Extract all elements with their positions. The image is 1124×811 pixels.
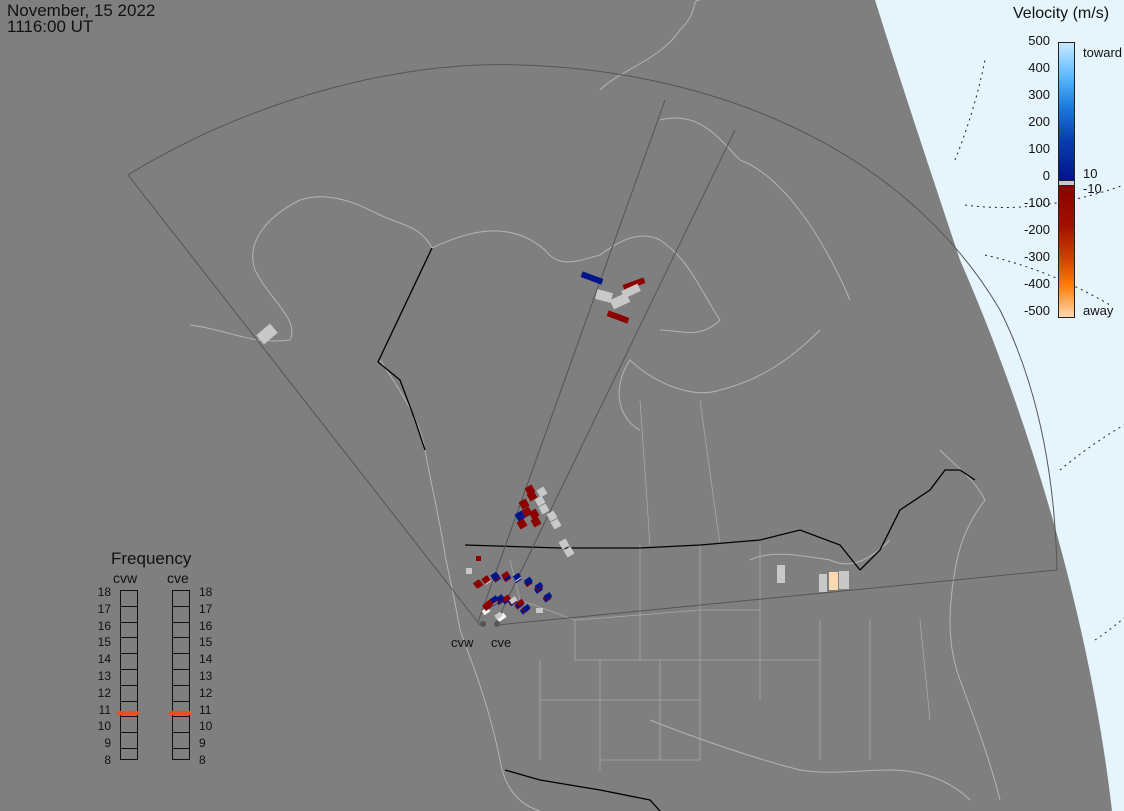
frequency-scale-label: 14: [97, 652, 111, 667]
frequency-scale-label: 16: [97, 618, 111, 633]
frequency-scale-label: 15: [199, 635, 213, 650]
frequency-scale-label: 17: [199, 601, 213, 616]
frequency-scale-label: 9: [104, 736, 111, 751]
radar-field-of-view: [127, 64, 1058, 626]
velocity-tick-label: -100: [1023, 195, 1050, 210]
frequency-bar-cvw: [120, 590, 138, 760]
velocity-tick-label: 200: [1028, 114, 1050, 129]
velocity-tick-label: -200: [1023, 222, 1050, 237]
radar-map: [127, 0, 1124, 811]
time-label: 1116:00 UT: [7, 17, 94, 36]
velocity-tick-label: 400: [1028, 60, 1050, 75]
velocity-tick-label: -500: [1023, 303, 1050, 318]
velocity-tick-label: -300: [1023, 249, 1050, 264]
frequency-radar-label-cvw: cvw: [113, 570, 138, 586]
frequency-scale-label: 12: [199, 685, 213, 700]
radar-label-cve: cve: [491, 635, 512, 650]
scatter-cell: [606, 310, 630, 324]
frequency-scale-label: 10: [97, 719, 111, 734]
frequency-radar-label-cve: cve: [167, 570, 189, 586]
velocity-tick-label: 300: [1028, 87, 1050, 102]
radar-site-cvw: [480, 621, 486, 627]
frequency-scale-label: 12: [97, 685, 111, 700]
coastlines: [189, 0, 1001, 811]
scatter-cell: [466, 568, 472, 574]
frequency-legend-title: Frequency: [111, 549, 192, 568]
negative-threshold-label: -10: [1083, 181, 1102, 196]
country-borders: [377, 247, 976, 811]
frequency-scale-label: 13: [199, 669, 213, 683]
frequency-scale-label: 14: [199, 652, 213, 667]
velocity-tick-label: -400: [1023, 276, 1050, 291]
toward-label: toward: [1083, 45, 1123, 60]
positive-threshold-label: 10: [1083, 166, 1098, 181]
frequency-scale-label: 11: [98, 702, 111, 717]
scatter-cell: [829, 572, 838, 590]
velocity-tick-label: 100: [1028, 141, 1050, 156]
frequency-scale-label: 10: [199, 719, 213, 734]
radar-label-cvw: cvw: [451, 635, 474, 650]
velocity-tick-label: 500: [1028, 33, 1050, 48]
frequency-scale-label: 11: [199, 702, 212, 717]
frequency-scale-label: 18: [97, 585, 111, 599]
frequency-scale-label: 17: [97, 601, 111, 616]
state-borders: [509, 399, 931, 770]
frequency-bar-cve: [172, 590, 190, 760]
scatter-cell: [777, 565, 785, 583]
velocity-tick-label: 0: [1042, 168, 1050, 183]
frequency-scale-label: 9: [199, 736, 206, 751]
scatter-cell: [536, 486, 548, 498]
frequency-scale-label: 18: [199, 585, 213, 599]
frequency-scale-label: 8: [104, 753, 111, 767]
daylight-region: [875, 0, 1124, 811]
scatter-cell: [580, 271, 604, 285]
frequency-scale-label: 16: [199, 618, 213, 633]
scatter-cell: [536, 608, 543, 613]
radar-site-cve: [494, 621, 500, 627]
scatter-cell: [476, 556, 481, 561]
frequency-marker-cvw: [117, 710, 139, 715]
velocity-legend-title: Velocity (m/s): [1013, 5, 1110, 22]
frequency-marker-cve: [169, 710, 191, 715]
frequency-scale-label: 15: [97, 635, 111, 650]
scatter-cell: [819, 574, 827, 592]
frequency-scale-label: 8: [199, 753, 206, 767]
frequency-scale-label: 13: [97, 669, 111, 683]
away-label: away: [1083, 303, 1114, 318]
scatter-cell: [839, 571, 849, 589]
velocity-colorbar: [1058, 42, 1075, 318]
